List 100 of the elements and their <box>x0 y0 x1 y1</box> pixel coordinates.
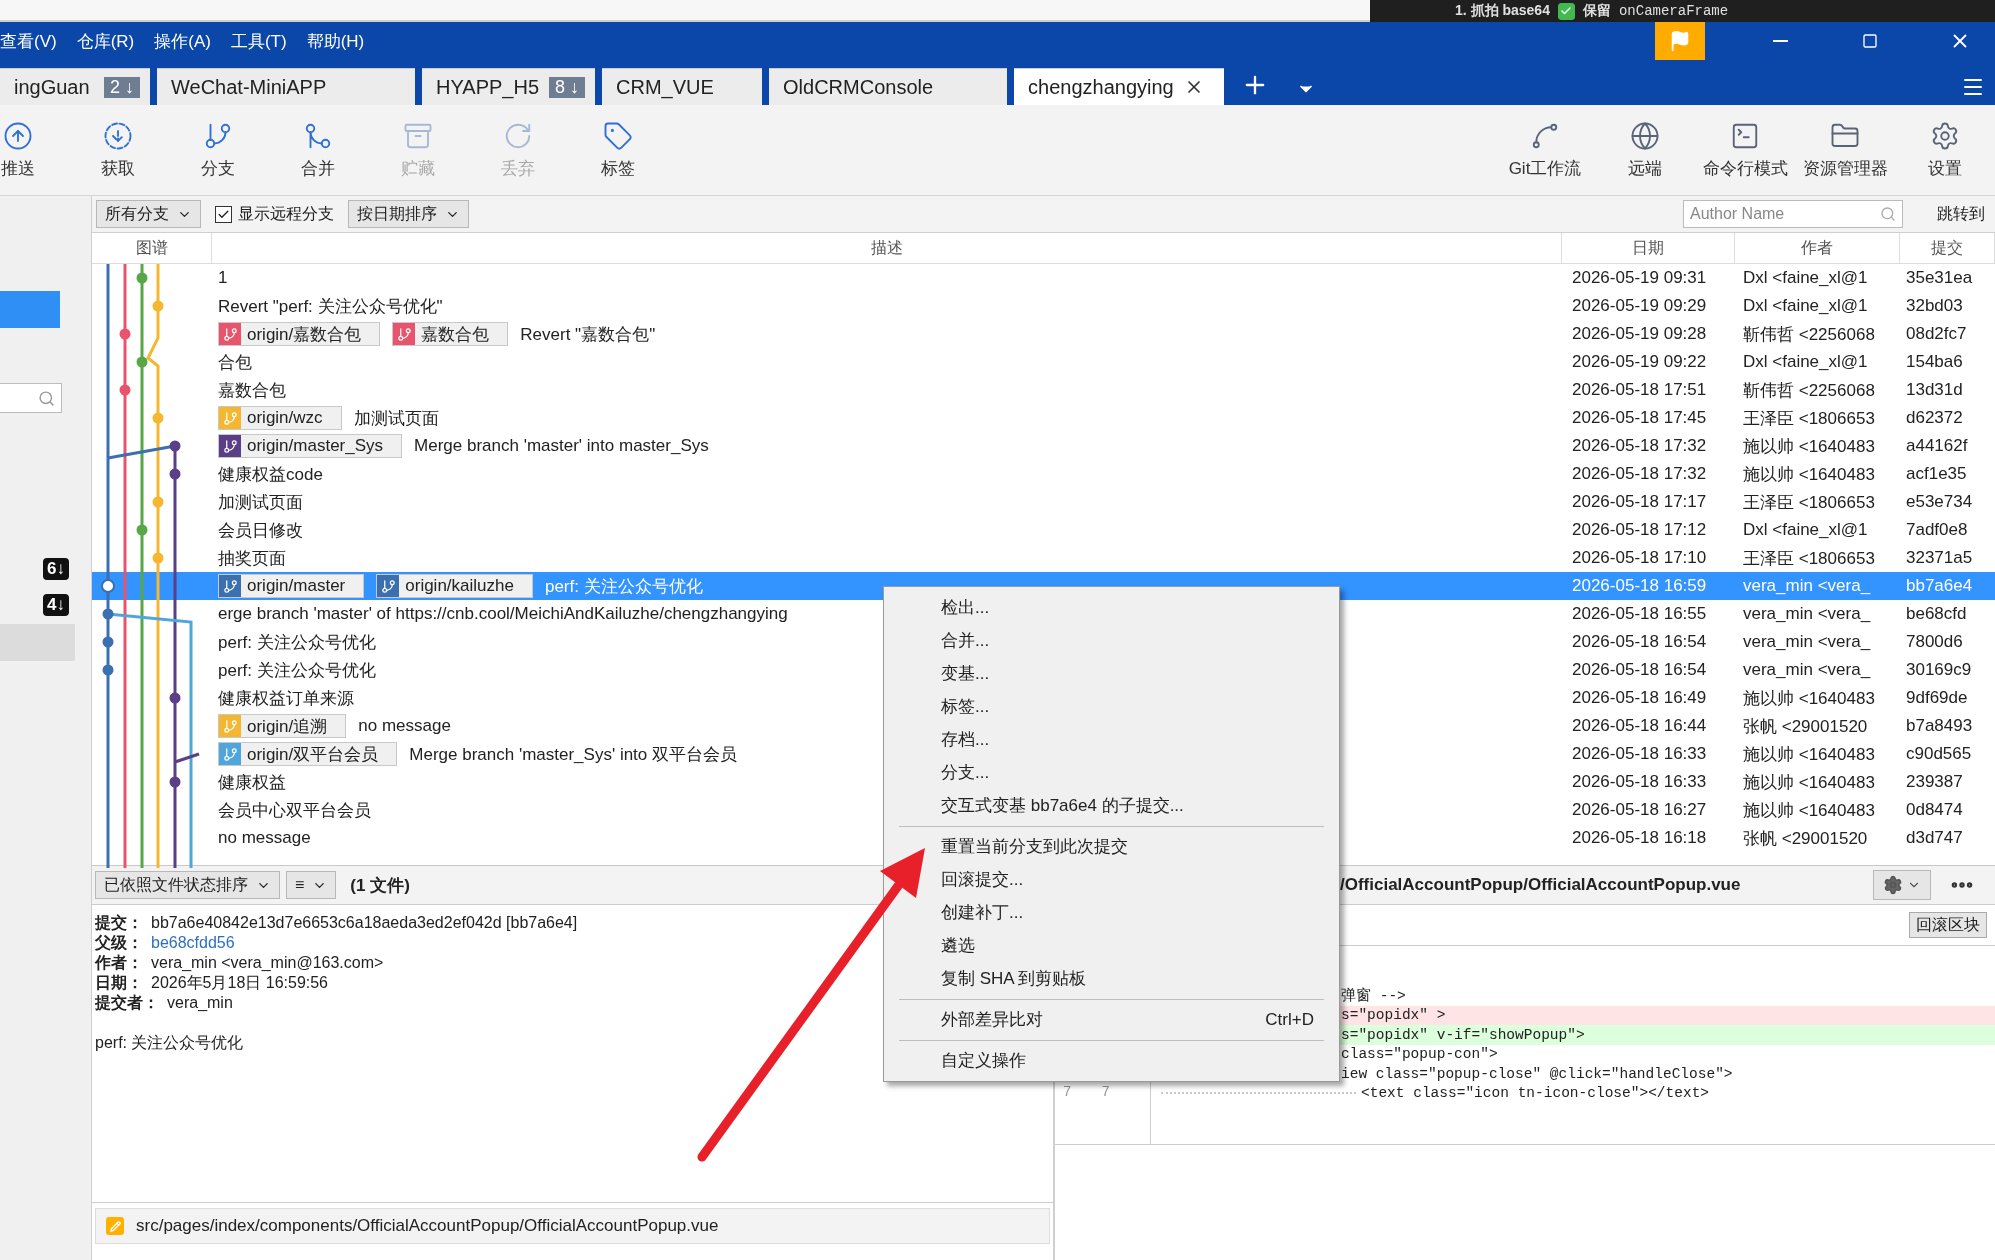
repo-tab[interactable]: HYAPP_H5 8 ↓ <box>422 68 596 105</box>
arrow-down-circle-icon <box>103 120 133 151</box>
field-label: 提交： <box>95 914 143 931</box>
repo-tab[interactable]: CRM_VUE <box>602 68 763 105</box>
revert-hunk-button[interactable]: 回滚区块 <box>1909 912 1987 938</box>
field-label: 父级： <box>95 934 143 951</box>
column-header[interactable]: 图谱 <box>92 233 212 263</box>
count-badge: 2 ↓ <box>104 76 140 98</box>
commit-message: 健康权益 <box>218 771 286 794</box>
jump-to-link[interactable]: 跳转到 <box>1937 203 1985 225</box>
menu-item[interactable]: 仓库(R) <box>76 29 135 53</box>
branch-tag[interactable]: origin/master <box>218 574 365 598</box>
menu-item[interactable]: 帮助(H) <box>306 29 365 53</box>
toolbar-button[interactable]: 推送 <box>0 120 59 180</box>
context-menu-item[interactable]: 存档... <box>884 723 1339 756</box>
context-menu-item[interactable]: 自定义操作 <box>884 1044 1339 1077</box>
toolbar-button[interactable]: 远端 <box>1595 120 1695 180</box>
commit-author: 施以帅 <1640483 <box>1742 743 1876 766</box>
context-menu-item[interactable]: 创建补丁... <box>884 896 1339 929</box>
commit-date: 2026-05-18 17:32 <box>1571 435 1708 457</box>
code-text: onCameraFrame <box>1618 3 1729 19</box>
commit-hash: e53e734 <box>1905 491 1974 513</box>
toolbar-button[interactable]: 资源管理器 <box>1795 120 1895 180</box>
toolbar-button[interactable]: 分支 <box>177 120 259 180</box>
column-header[interactable]: 描述 <box>212 233 1562 263</box>
parent-link[interactable]: be68cfdd56 <box>151 934 235 951</box>
menu-item[interactable]: 查看(V) <box>0 29 57 53</box>
toolbar-button[interactable]: 合并 <box>277 120 359 180</box>
context-menu-item[interactable]: 合并... <box>884 624 1339 657</box>
author-search-field[interactable]: Author Name <box>1683 200 1903 228</box>
context-menu-item[interactable]: 交互式变基 bb7a6e4 的子提交... <box>884 789 1339 822</box>
sort-dropdown[interactable]: 已依照文件状态排序 <box>95 871 280 899</box>
column-header[interactable]: 作者 <box>1735 233 1900 263</box>
commit-date: 2026-05-18 16:33 <box>1571 771 1708 793</box>
toolbar-button[interactable]: 命令行模式 <box>1695 120 1795 180</box>
commit-message: no message <box>218 828 311 848</box>
branch-tag[interactable]: origin/追溯 <box>218 714 347 738</box>
toolbar-button[interactable]: 获取 <box>77 120 159 180</box>
commit-author: vera_min <vera_ <box>1742 603 1872 625</box>
field-value: vera_min <box>167 994 233 1011</box>
commit-author: Dxl <faine_xl@1 <box>1742 295 1869 317</box>
repo-tab[interactable]: ingGuan 2 ↓ <box>0 68 150 105</box>
code-line: iew class="popup-close" @click="handleClose"> <box>1340 1064 1734 1084</box>
column-header[interactable]: 日期 <box>1562 233 1735 263</box>
branch-filter-dropdown[interactable]: 所有分支 <box>96 200 201 228</box>
context-menu-item[interactable]: 遴选 <box>884 929 1339 962</box>
commit-date: 2026-05-18 17:51 <box>1571 379 1708 401</box>
commit-author: Dxl <faine_xl@1 <box>1742 267 1869 289</box>
commit-date: 2026-05-18 16:27 <box>1571 799 1708 821</box>
context-menu-item[interactable]: 检出... <box>884 591 1339 624</box>
commit-author: Dxl <faine_xl@1 <box>1742 519 1869 541</box>
commit-author: Dxl <faine_xl@1 <box>1742 351 1869 373</box>
sort-dropdown[interactable]: 按日期排序 <box>348 200 469 228</box>
repo-tab[interactable]: OldCRMConsole <box>769 68 1008 105</box>
commit-author: 张帆 <29001520 <box>1742 715 1869 738</box>
context-menu-item[interactable]: 标签... <box>884 690 1339 723</box>
column-header[interactable]: 提交 <box>1900 233 1995 263</box>
context-menu-item[interactable]: 变基... <box>884 657 1339 690</box>
commit-message: 会员中心双平台会员 <box>218 799 371 822</box>
diff-file-path: /OfficialAccountPopup/OfficialAccountPopup.vue <box>1340 875 1741 895</box>
settings-icon <box>1930 120 1960 151</box>
view-dropdown[interactable]: ≡ <box>286 871 337 899</box>
tag-icon <box>603 120 633 151</box>
minimize-icon <box>1772 40 1788 42</box>
field-value: 2026年5月18日 16:59:56 <box>151 974 328 991</box>
toolbar-button[interactable]: 设置 <box>1895 120 1995 180</box>
context-menu-item[interactable]: 复制 SHA 到剪贴板 <box>884 962 1339 995</box>
pencil-icon <box>106 1217 124 1235</box>
commit-date: 2026-05-18 16:54 <box>1571 659 1708 681</box>
context-menu-item[interactable]: 回滚提交... <box>884 863 1339 896</box>
commit-hash: b7a8493 <box>1905 715 1974 737</box>
branch-tag[interactable]: origin/kailuzhe <box>376 574 533 598</box>
toolbar-button[interactable]: 标签 <box>577 120 659 180</box>
commit-message: 健康权益订单来源 <box>218 687 354 710</box>
field-label: 日期： <box>95 974 143 991</box>
branch-tag[interactable]: 嘉数合包 <box>392 322 509 346</box>
branch-tag[interactable]: origin/wzc <box>218 406 342 430</box>
toolbar-button[interactable]: Git工作流 <box>1495 120 1595 180</box>
context-menu-item[interactable]: 重置当前分支到此次提交 <box>884 830 1339 863</box>
sidebar-search-field[interactable] <box>0 383 62 413</box>
commit-date: 2026-05-18 17:32 <box>1571 463 1708 485</box>
line-number: 7 <box>1063 1083 1072 1102</box>
repo-tab[interactable]: WeChat-MiniAPP <box>157 68 415 105</box>
branch-tag[interactable]: origin/master_Sys <box>218 434 403 458</box>
repo-tab[interactable]: chengzhangying <box>1014 68 1225 105</box>
commit-date: 2026-05-18 17:10 <box>1571 547 1708 569</box>
commit-message: 会员日修改 <box>218 519 303 542</box>
file-row[interactable]: src/pages/index/components/OfficialAccountPopup/OfficialAccountPopup.vue <box>95 1208 1050 1244</box>
commit-date: 2026-05-18 16:18 <box>1571 827 1708 849</box>
checkbox[interactable] <box>215 205 232 223</box>
menu-item[interactable]: 工具(T) <box>230 29 287 53</box>
commit-author: 施以帅 <1640483 <box>1742 463 1876 486</box>
branch-tag[interactable]: origin/嘉数合包 <box>218 322 381 346</box>
commit-hash: 239387 <box>1905 771 1964 793</box>
settings-dropdown[interactable] <box>1873 870 1931 900</box>
context-menu-item[interactable]: 分支... <box>884 756 1339 789</box>
search-icon <box>38 389 55 407</box>
branch-tag[interactable]: origin/双平台会员 <box>218 742 398 766</box>
menu-item[interactable]: 操作(A) <box>154 29 211 53</box>
commit-date: 2026-05-19 09:22 <box>1571 351 1708 373</box>
